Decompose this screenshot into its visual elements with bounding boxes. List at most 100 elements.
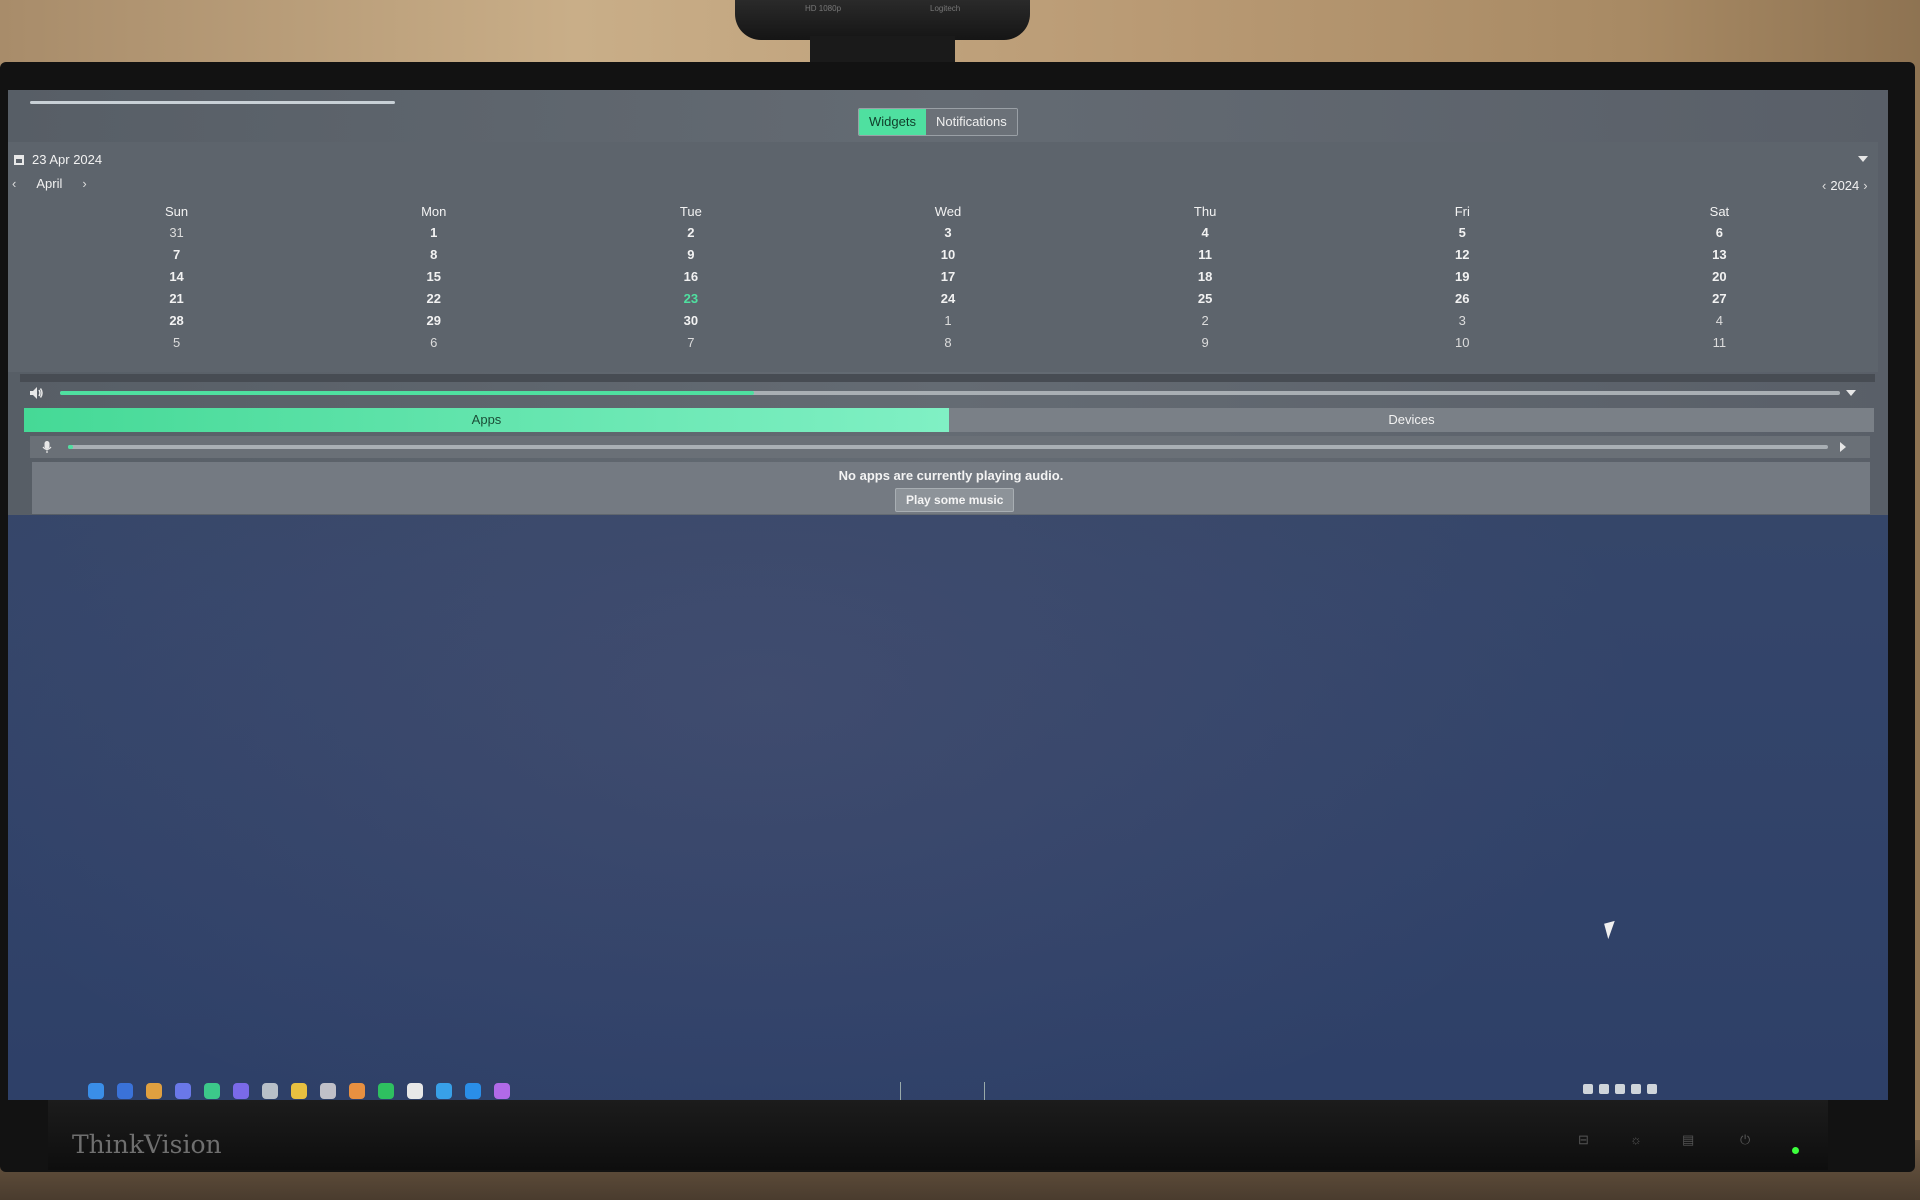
calendar-widget: 23 Apr 2024 ‹ April › ‹ 2024 › Sun Mon Tue… xyxy=(8,142,1878,372)
empty-audio-message: No apps are currently playing audio. xyxy=(838,468,1064,483)
play-music-button[interactable]: Play some music xyxy=(895,488,1015,512)
calendar-day[interactable]: 14 xyxy=(48,266,305,288)
calendar-day[interactable]: 18 xyxy=(1077,266,1334,288)
calendar-day[interactable]: 1 xyxy=(819,310,1076,332)
monitor-brand: ThinkVision xyxy=(72,1130,222,1159)
calendar-day[interactable]: 4 xyxy=(1077,222,1334,244)
monitor-brightness-button-icon: ☼ xyxy=(1630,1132,1642,1147)
calendar-day[interactable]: 8 xyxy=(819,332,1076,354)
output-volume-slider[interactable] xyxy=(60,391,1840,395)
calendar-day[interactable]: 3 xyxy=(1334,310,1591,332)
tab-notifications[interactable]: Notifications xyxy=(925,109,1017,135)
telegram-icon[interactable] xyxy=(436,1083,452,1099)
calendar-day[interactable]: 7 xyxy=(562,332,819,354)
tray-bluetooth-icon[interactable] xyxy=(1647,1084,1657,1094)
calendar-day[interactable]: 20 xyxy=(1591,266,1848,288)
calendar-day[interactable]: 1 xyxy=(305,222,562,244)
calendar-day[interactable]: 24 xyxy=(819,288,1076,310)
output-device-dropdown-icon[interactable] xyxy=(1846,390,1856,396)
calendar-day[interactable]: 27 xyxy=(1591,288,1848,310)
calendar-day[interactable]: 13 xyxy=(1591,244,1848,266)
calendar-day[interactable]: 19 xyxy=(1334,266,1591,288)
tab-widgets[interactable]: Widgets xyxy=(859,109,926,135)
year-nav: ‹ 2024 › xyxy=(1822,178,1868,193)
mail-icon[interactable] xyxy=(262,1083,278,1099)
calendar-day[interactable]: 12 xyxy=(1334,244,1591,266)
calendar-day[interactable]: 11 xyxy=(1077,244,1334,266)
calendar-day[interactable]: 3 xyxy=(819,222,1076,244)
calendar-day[interactable]: 10 xyxy=(1334,332,1591,354)
calendar-weekday-header: Tue xyxy=(679,204,702,219)
mic-expand-icon[interactable] xyxy=(1840,442,1846,452)
tray-network-icon[interactable] xyxy=(1583,1084,1593,1094)
calendar-collapse-icon[interactable] xyxy=(1858,156,1868,162)
start-icon[interactable] xyxy=(88,1083,104,1099)
chrome-icon[interactable] xyxy=(291,1083,307,1099)
media-icon[interactable] xyxy=(494,1083,510,1099)
calendar-day[interactable]: 11 xyxy=(1591,332,1848,354)
system-tray xyxy=(1583,1084,1657,1094)
calendar-weekday-header: Thu xyxy=(1193,204,1217,219)
calendar-weekday-header: Sun xyxy=(165,204,189,219)
calendar-day[interactable]: 2 xyxy=(1077,310,1334,332)
tray-wifi-icon[interactable] xyxy=(1631,1084,1641,1094)
calendar-day[interactable]: 7 xyxy=(48,244,305,266)
screen: Widgets Notifications 23 Apr 2024 ‹ Apri… xyxy=(8,90,1888,1100)
calendar-day[interactable]: 6 xyxy=(1591,222,1848,244)
mic-volume-fill xyxy=(68,445,74,449)
firefox-icon[interactable] xyxy=(349,1083,365,1099)
browser-icon[interactable] xyxy=(146,1083,162,1099)
calendar-day[interactable]: 17 xyxy=(819,266,1076,288)
app-audio-list: No apps are currently playing audio. Pla… xyxy=(32,462,1870,514)
segment-apps[interactable]: Apps xyxy=(24,408,949,432)
calendar-weekday-header: Sat xyxy=(1709,204,1730,219)
tool-icon[interactable] xyxy=(407,1083,423,1099)
calendar-day[interactable]: 30 xyxy=(562,310,819,332)
sidebar-panel: Widgets Notifications 23 Apr 2024 ‹ Apri… xyxy=(8,90,1888,515)
discord-icon[interactable] xyxy=(233,1083,249,1099)
calendar-day[interactable]: 15 xyxy=(305,266,562,288)
calendar-day[interactable]: 29 xyxy=(305,310,562,332)
year-next-icon[interactable]: › xyxy=(1863,178,1867,193)
power-led xyxy=(1792,1147,1799,1154)
calendar-day[interactable]: 4 xyxy=(1591,310,1848,332)
spotify-icon[interactable] xyxy=(378,1083,394,1099)
calendar-day-today[interactable]: 23 xyxy=(562,288,819,310)
calendar-day[interactable]: 10 xyxy=(819,244,1076,266)
month-prev-icon[interactable]: ‹ xyxy=(12,176,16,191)
mic-volume-slider[interactable] xyxy=(68,445,1828,449)
calendar-day[interactable]: 21 xyxy=(48,288,305,310)
calendar-day[interactable]: 9 xyxy=(562,244,819,266)
month-label: April xyxy=(36,176,63,191)
calendar-day[interactable]: 31 xyxy=(48,222,305,244)
calendar-day[interactable]: 22 xyxy=(305,288,562,310)
calendar-day[interactable]: 2 xyxy=(562,222,819,244)
calendar-date: 23 Apr 2024 xyxy=(32,152,103,167)
calendar-day[interactable]: 9 xyxy=(1077,332,1334,354)
webcam-label-right: Logitech xyxy=(930,4,961,13)
monitor-power-button-icon: ⏻ xyxy=(1740,1132,1751,1147)
calendar-day[interactable]: 28 xyxy=(48,310,305,332)
tray-battery-icon[interactable] xyxy=(1615,1084,1625,1094)
taskbar xyxy=(68,1080,1828,1100)
chat-icon[interactable] xyxy=(175,1083,191,1099)
month-next-icon[interactable]: › xyxy=(82,176,86,191)
calendar-day[interactable]: 8 xyxy=(305,244,562,266)
settings-icon[interactable] xyxy=(320,1083,336,1099)
segment-devices[interactable]: Devices xyxy=(949,408,1874,432)
calendar-day[interactable]: 26 xyxy=(1334,288,1591,310)
calendar-header[interactable]: 23 Apr 2024 xyxy=(14,152,102,167)
calendar-day[interactable]: 6 xyxy=(305,332,562,354)
calendar-day[interactable]: 5 xyxy=(48,332,305,354)
year-prev-icon[interactable]: ‹ xyxy=(1822,178,1826,193)
calendar-day[interactable]: 5 xyxy=(1334,222,1591,244)
monitor-input-button-icon: ⊟ xyxy=(1578,1132,1589,1147)
app-icon[interactable] xyxy=(204,1083,220,1099)
speaker-icon[interactable] xyxy=(28,385,44,401)
calendar-day[interactable]: 25 xyxy=(1077,288,1334,310)
check-icon[interactable] xyxy=(117,1083,133,1099)
code-icon[interactable] xyxy=(465,1083,481,1099)
tray-volume-icon[interactable] xyxy=(1599,1084,1609,1094)
calendar-day[interactable]: 16 xyxy=(562,266,819,288)
microphone-icon[interactable] xyxy=(40,440,54,454)
